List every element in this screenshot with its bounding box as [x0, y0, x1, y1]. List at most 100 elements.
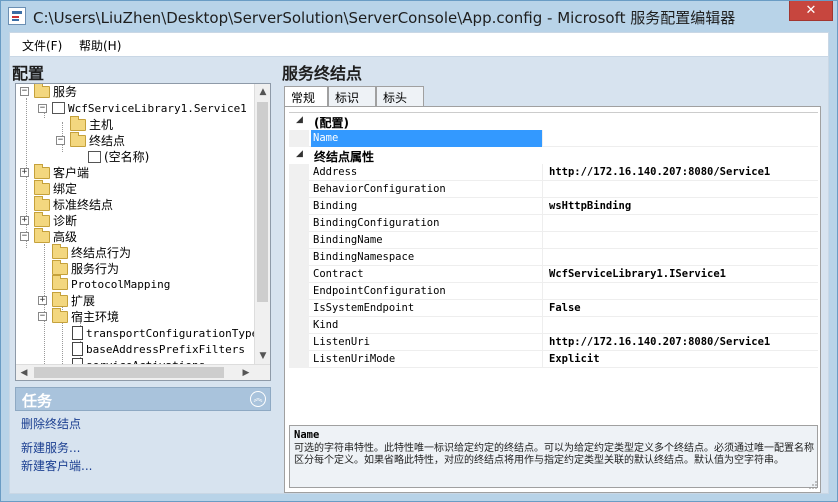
scroll-up-icon[interactable]: ▲	[255, 84, 270, 100]
property-value[interactable]	[547, 249, 817, 266]
document-icon	[72, 342, 83, 356]
task-new-service[interactable]: 新建服务...	[21, 439, 80, 456]
menu-help[interactable]: 帮助(H)	[79, 37, 121, 54]
property-value[interactable]: WcfServiceLibrary1.IService1	[547, 266, 817, 283]
folder-icon	[70, 132, 86, 147]
property-row-endpoint-configuration[interactable]: EndpointConfiguration	[289, 283, 818, 300]
tree-item-services[interactable]: − 服务	[20, 84, 77, 100]
property-row-kind[interactable]: Kind	[289, 317, 818, 334]
app-icon	[8, 7, 26, 25]
property-value[interactable]	[547, 317, 817, 334]
scroll-left-icon[interactable]: ◀	[16, 365, 32, 380]
task-new-client[interactable]: 新建客户端...	[21, 457, 92, 474]
tree-item-diagnostics[interactable]: + 诊断	[20, 212, 77, 229]
tab-identity[interactable]: 标识	[328, 86, 376, 106]
folder-icon	[34, 196, 50, 211]
endpoint-icon	[88, 151, 101, 163]
collapse-icon[interactable]: ◢	[296, 149, 303, 159]
property-name[interactable]: BindingName	[311, 232, 543, 249]
property-row-binding-namespace[interactable]: BindingNamespace	[289, 249, 818, 266]
property-panel: ◢ (配置) Name ◢ 终结点属性 Address http://172.1…	[284, 106, 821, 493]
tree-item-endpoints[interactable]: − 终结点	[56, 132, 125, 149]
folder-icon	[34, 180, 50, 195]
property-name[interactable]: Contract	[311, 266, 543, 283]
task-delete-endpoint[interactable]: 删除终结点	[21, 415, 81, 432]
tree-item-client[interactable]: + 客户端	[20, 164, 89, 181]
document-icon	[72, 326, 83, 340]
property-row-name[interactable]: Name	[289, 130, 818, 147]
property-name[interactable]: BindingNamespace	[311, 249, 543, 266]
tree-item-transport-config-type[interactable]: transportConfigurationType	[72, 326, 258, 342]
property-value[interactable]: http://172.16.140.207:8080/Service1	[547, 164, 817, 181]
tab-general[interactable]: 常规	[284, 86, 328, 107]
folder-icon	[52, 308, 68, 323]
property-row-binding[interactable]: Binding wsHttpBinding	[289, 198, 818, 215]
folder-icon	[52, 244, 68, 259]
service-icon	[52, 102, 65, 114]
property-row-behavior-configuration[interactable]: BehaviorConfiguration	[289, 181, 818, 198]
property-value[interactable]	[547, 130, 817, 147]
tree-item-host[interactable]: 主机	[70, 116, 113, 133]
config-pane-title: 配置	[12, 64, 45, 83]
close-button[interactable]: ✕	[789, 1, 833, 21]
folder-icon	[70, 116, 86, 131]
property-value[interactable]: Explicit	[547, 351, 817, 368]
property-value[interactable]: wsHttpBinding	[547, 198, 817, 215]
tree-item-standard-endpoints[interactable]: 标准终结点	[34, 196, 113, 213]
window-title: C:\Users\LiuZhen\Desktop\ServerSolution\…	[33, 9, 736, 27]
tree-item-hosting-environment[interactable]: − 宿主环境	[38, 308, 119, 325]
scroll-right-icon[interactable]: ▶	[238, 365, 254, 380]
property-row-contract[interactable]: Contract WcfServiceLibrary1.IService1	[289, 266, 818, 283]
property-row-listen-uri-mode[interactable]: ListenUriMode Explicit	[289, 351, 818, 368]
property-row-address[interactable]: Address http://172.16.140.207:8080/Servi…	[289, 164, 818, 181]
property-value[interactable]	[547, 232, 817, 249]
tree-item-service1[interactable]: − WcfServiceLibrary1.Service1	[38, 101, 247, 117]
property-name[interactable]: IsSystemEndpoint	[311, 300, 543, 317]
tree-vertical-scrollbar[interactable]: ▲ ▼	[254, 84, 270, 364]
property-name[interactable]: Binding	[311, 198, 543, 215]
folder-icon	[52, 275, 68, 290]
description-title: Name	[294, 429, 320, 441]
property-value[interactable]: False	[547, 300, 817, 317]
folder-icon	[34, 212, 50, 227]
property-name[interactable]: Address	[311, 164, 543, 181]
tab-headers[interactable]: 标头	[376, 86, 424, 106]
tree-item-advanced[interactable]: − 高级	[20, 228, 77, 245]
app-window: C:\Users\LiuZhen\Desktop\ServerSolution\…	[0, 0, 838, 502]
scroll-thumb[interactable]	[257, 102, 268, 302]
property-row-binding-configuration[interactable]: BindingConfiguration	[289, 215, 818, 232]
category-configuration[interactable]: ◢ (配置)	[289, 113, 818, 130]
tree-item-base-address-prefix-filters[interactable]: baseAddressPrefixFilters	[72, 342, 245, 358]
category-endpoint-properties[interactable]: ◢ 终结点属性	[289, 147, 818, 164]
tree-item-bindings[interactable]: 绑定	[34, 180, 77, 197]
title-bar[interactable]: C:\Users\LiuZhen\Desktop\ServerSolution\…	[1, 1, 837, 32]
collapse-icon[interactable]: ◢	[296, 115, 303, 125]
tree-item-empty-name[interactable]: (空名称)	[88, 149, 149, 165]
tree-horizontal-scrollbar[interactable]: ◀ ▶	[16, 364, 270, 380]
property-row-is-system-endpoint[interactable]: IsSystemEndpoint False	[289, 300, 818, 317]
property-value[interactable]	[547, 215, 817, 232]
tree-item-service-behaviors[interactable]: 服务行为	[52, 260, 119, 277]
tree-item-protocol-mapping[interactable]: ProtocolMapping	[52, 275, 170, 293]
menu-file[interactable]: 文件(F)	[22, 37, 62, 54]
property-name[interactable]: ListenUriMode	[311, 351, 543, 368]
scroll-down-icon[interactable]: ▼	[255, 348, 270, 364]
property-grid[interactable]: ◢ (配置) Name ◢ 终结点属性 Address http://172.1…	[289, 112, 818, 368]
resize-grip-icon[interactable]	[808, 480, 818, 490]
property-name[interactable]: BehaviorConfiguration	[311, 181, 543, 198]
collapse-icon[interactable]: ︽	[250, 391, 266, 407]
scroll-thumb[interactable]	[34, 367, 224, 378]
property-value[interactable]	[547, 181, 817, 198]
config-tree[interactable]: − 服务 − WcfServiceLibrary1.Service1 主机 − …	[15, 83, 271, 381]
tree-item-endpoint-behaviors[interactable]: 终结点行为	[52, 244, 131, 261]
property-name[interactable]: BindingConfiguration	[311, 215, 543, 232]
property-value[interactable]: http://172.16.140.207:8080/Service1	[547, 334, 817, 351]
property-row-binding-name[interactable]: BindingName	[289, 232, 818, 249]
property-value[interactable]	[547, 283, 817, 300]
property-name[interactable]: Name	[311, 130, 543, 147]
property-name[interactable]: ListenUri	[311, 334, 543, 351]
tree-item-extensions[interactable]: + 扩展	[38, 292, 95, 309]
property-name[interactable]: Kind	[311, 317, 543, 334]
property-name[interactable]: EndpointConfiguration	[311, 283, 543, 300]
property-row-listen-uri[interactable]: ListenUri http://172.16.140.207:8080/Ser…	[289, 334, 818, 351]
